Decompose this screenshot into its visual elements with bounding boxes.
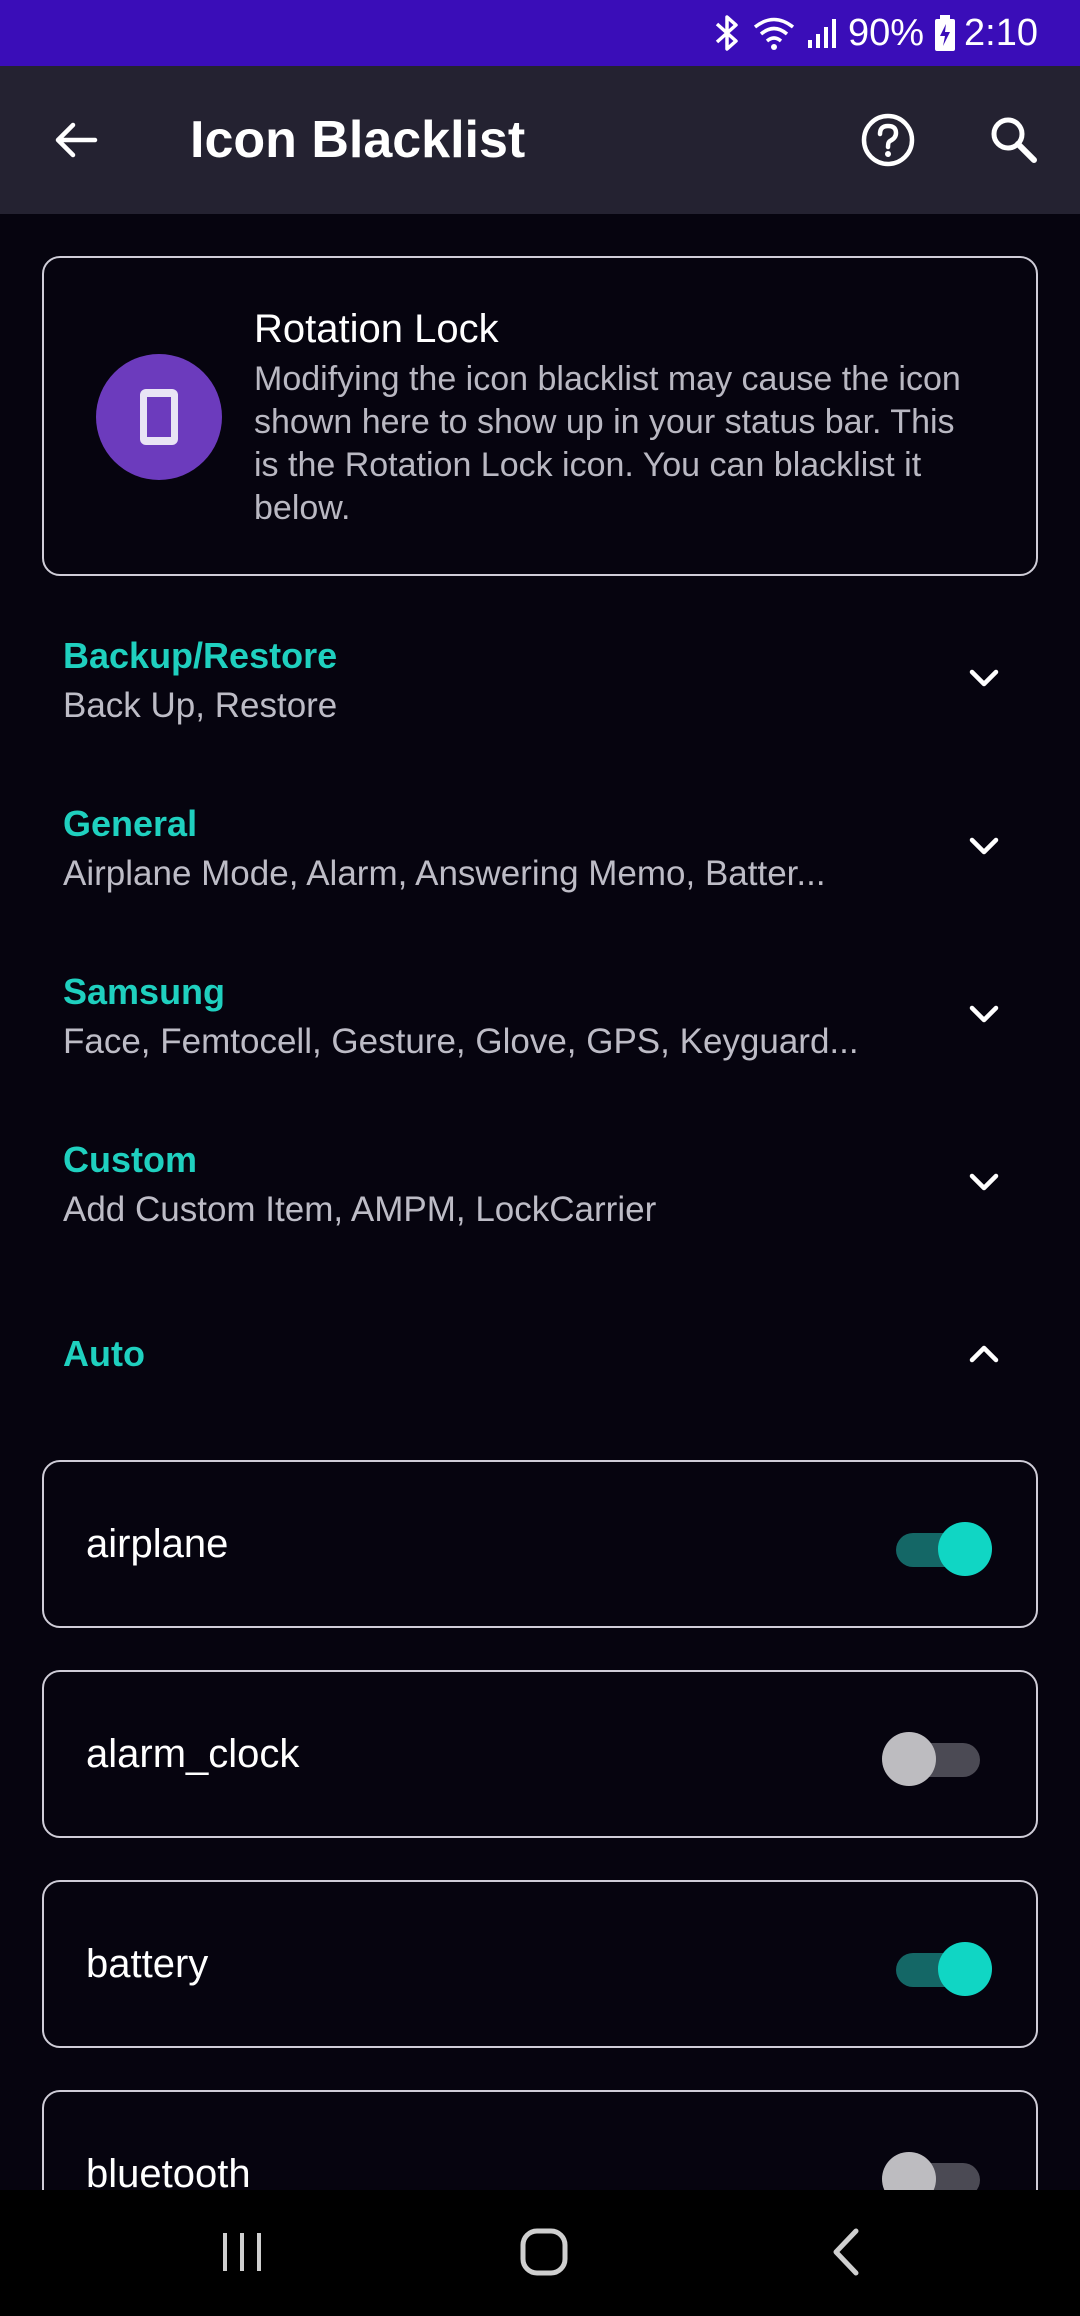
chevron-down-icon[interactable] bbox=[960, 1158, 1008, 1206]
toggle-label: airplane bbox=[86, 1522, 229, 1566]
toggle-switch[interactable] bbox=[882, 1936, 992, 1996]
section-subtitle: Airplane Mode, Alarm, Answering Memo, Ba… bbox=[63, 854, 826, 893]
toggle-switch[interactable] bbox=[882, 1516, 992, 1576]
section-title: Custom bbox=[63, 1139, 197, 1180]
home-button[interactable] bbox=[494, 2212, 594, 2292]
wifi-icon bbox=[752, 14, 796, 52]
back-button[interactable] bbox=[38, 102, 114, 178]
section-title: Samsung bbox=[63, 971, 226, 1012]
toggle-label: battery bbox=[86, 1942, 209, 1986]
section-subtitle: Add Custom Item, AMPM, LockCarrier bbox=[63, 1190, 657, 1229]
chevron-down-icon[interactable] bbox=[960, 990, 1008, 1038]
help-icon bbox=[861, 113, 915, 167]
battery-charging-icon bbox=[934, 14, 956, 52]
signal-icon bbox=[806, 16, 840, 50]
app-bar: Icon Blacklist bbox=[0, 66, 1080, 214]
switch-thumb bbox=[938, 1522, 992, 1576]
battery-percent: 90% bbox=[847, 11, 925, 54]
back-icon bbox=[833, 2228, 859, 2276]
toggle-item-battery[interactable]: battery bbox=[42, 1880, 1038, 2048]
toggle-item-airplane[interactable]: airplane bbox=[42, 1460, 1038, 1628]
section-auto[interactable]: Auto bbox=[0, 1308, 1080, 1398]
search-icon bbox=[991, 117, 1037, 163]
phone-rotation-icon bbox=[96, 354, 222, 480]
toggle-switch[interactable] bbox=[882, 1726, 992, 1786]
rotation-lock-info-card: Rotation Lock Modifying the icon blackli… bbox=[42, 256, 1038, 576]
back-nav-button[interactable] bbox=[796, 2212, 896, 2292]
help-button[interactable] bbox=[850, 102, 926, 178]
section-title: Backup/Restore bbox=[63, 635, 338, 676]
section-subtitle: Back Up, Restore bbox=[63, 686, 338, 725]
home-icon bbox=[520, 2228, 568, 2276]
chevron-up-icon[interactable] bbox=[960, 1330, 1008, 1378]
bluetooth-icon bbox=[712, 14, 742, 52]
recent-apps-button[interactable] bbox=[192, 2212, 292, 2292]
page-title: Icon Blacklist bbox=[190, 111, 526, 169]
system-nav-bar bbox=[0, 2190, 1080, 2316]
section-title: Auto bbox=[63, 1333, 145, 1374]
info-card-description: Modifying the icon blacklist may cause t… bbox=[254, 360, 961, 527]
toggle-label: alarm_clock bbox=[86, 1732, 300, 1776]
search-button[interactable] bbox=[976, 102, 1052, 178]
chevron-down-icon[interactable] bbox=[960, 654, 1008, 702]
back-arrow-icon bbox=[55, 122, 98, 158]
chevron-down-icon[interactable] bbox=[960, 822, 1008, 870]
toggle-item-alarm-clock[interactable]: alarm_clock bbox=[42, 1670, 1038, 1838]
section-title: General bbox=[63, 803, 198, 844]
status-bar: 90% 2:10 bbox=[0, 0, 1080, 66]
recent-apps-icon bbox=[223, 2233, 261, 2271]
section-samsung[interactable]: Samsung Face, Femtocell, Gesture, Glove,… bbox=[0, 946, 1080, 1096]
switch-thumb bbox=[882, 1732, 936, 1786]
section-subtitle: Face, Femtocell, Gesture, Glove, GPS, Ke… bbox=[63, 1022, 859, 1061]
switch-thumb bbox=[938, 1942, 992, 1996]
clock: 2:10 bbox=[964, 11, 1038, 54]
section-general[interactable]: General Airplane Mode, Alarm, Answering … bbox=[0, 778, 1080, 928]
section-custom[interactable]: Custom Add Custom Item, AMPM, LockCarrie… bbox=[0, 1114, 1080, 1264]
section-backup-restore[interactable]: Backup/Restore Back Up, Restore bbox=[0, 610, 1080, 760]
info-card-title: Rotation Lock bbox=[254, 307, 499, 351]
